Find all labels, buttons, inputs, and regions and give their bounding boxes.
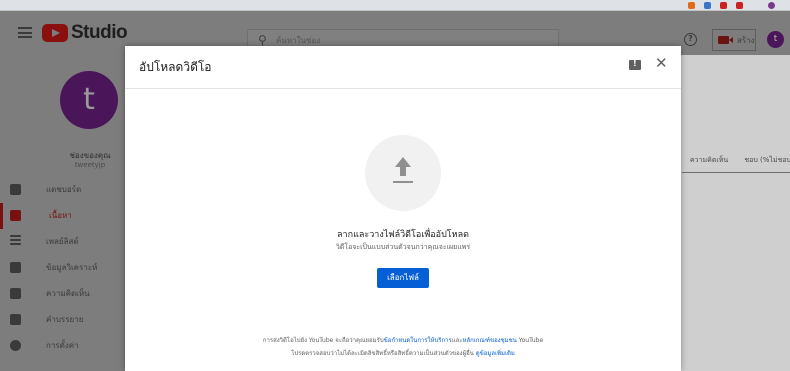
- copyright-text: โปรดตรวจสอบว่าไม่ได้ละเมิดลิขสิทธิ์หรือส…: [125, 348, 681, 358]
- account-avatar[interactable]: t: [767, 31, 784, 48]
- column-header-likes[interactable]: ชอบ (%ไม่ชอบ): [744, 156, 790, 164]
- extension-icon[interactable]: [704, 2, 711, 9]
- terms-text: การส่งวิดีโอไปยัง YouTube จะถือว่าคุณยอม…: [125, 335, 681, 345]
- copyright-note: โปรดตรวจสอบว่าไม่ได้ละเมิดลิขสิทธิ์หรือส…: [291, 350, 476, 357]
- upload-dropzone[interactable]: [365, 135, 441, 211]
- feedback-icon[interactable]: [629, 59, 641, 70]
- comments-icon: [10, 288, 21, 299]
- channel-avatar[interactable]: t: [60, 71, 118, 129]
- community-guidelines-link[interactable]: หลักเกณฑ์ของชุมชน: [462, 337, 516, 344]
- upload-dialog: อัปโหลดวิดีโอ ✕ ลากและวางไฟล์วิดีโอเพื่อ…: [125, 46, 681, 371]
- content-icon: [10, 210, 21, 221]
- settings-icon: [10, 340, 21, 351]
- select-files-button[interactable]: เลือกไฟล์: [377, 268, 429, 288]
- search-input[interactable]: [276, 33, 546, 47]
- dialog-title: อัปโหลดวิดีโอ: [139, 60, 212, 74]
- column-header-comments[interactable]: ความคิดเห็น: [690, 156, 728, 164]
- extension-icon[interactable]: [688, 2, 695, 9]
- learn-more-link[interactable]: ดูข้อมูลเพิ่มเติม: [476, 350, 515, 357]
- sidebar-item-label: แดชบอร์ด: [46, 185, 82, 194]
- sidebar-item-comments[interactable]: ความคิดเห็น: [0, 281, 125, 307]
- sidebar: t ช่องของคุณ tweetyjp แดชบอร์ด เนื้อหา เ…: [0, 55, 125, 371]
- sidebar-item-label: เพลย์ลิสต์: [46, 237, 79, 246]
- dashboard-icon: [10, 184, 21, 195]
- terms-of-service-link[interactable]: ข้อกำหนดในการให้บริการ: [384, 337, 452, 344]
- sidebar-item-analytics[interactable]: ข้อมูลวิเคราะห์: [0, 255, 125, 281]
- video-camera-icon: [718, 36, 733, 44]
- menu-icon[interactable]: [18, 27, 32, 38]
- terms-prefix: การส่งวิดีโอไปยัง YouTube จะถือว่าคุณยอม…: [262, 337, 384, 344]
- private-note: วิดีโอจะเป็นแบบส่วนตัวจนกว่าคุณจะเผยแพร่: [335, 243, 471, 251]
- sidebar-item-settings[interactable]: การตั้งค่า: [0, 333, 125, 359]
- sidebar-item-label: การตั้งค่า: [46, 341, 79, 350]
- subtitles-icon: [10, 314, 21, 325]
- upload-tray-icon: [393, 181, 413, 183]
- close-icon[interactable]: ✕: [655, 54, 668, 72]
- playlist-icon: [10, 239, 21, 241]
- youtube-logo-icon: [42, 24, 68, 42]
- sidebar-item-content[interactable]: เนื้อหา: [0, 203, 125, 229]
- sidebar-item-label: เนื้อหา: [49, 211, 72, 220]
- profile-icon[interactable]: [768, 2, 775, 9]
- extension-icon[interactable]: [736, 2, 743, 9]
- studio-logo[interactable]: Studio: [42, 22, 128, 43]
- help-icon[interactable]: ?: [684, 33, 697, 46]
- sidebar-item-dashboard[interactable]: แดชบอร์ด: [0, 177, 125, 203]
- column-headers: ความคิดเห็น ชอบ (%ไม่ชอบ): [690, 155, 790, 166]
- sidebar-item-label: ความคิดเห็น: [46, 289, 90, 298]
- logo-text: Studio: [71, 22, 128, 43]
- search-icon[interactable]: ⚲: [258, 33, 267, 47]
- analytics-icon: [10, 262, 21, 273]
- sidebar-item-subtitles[interactable]: คำบรรยาย: [0, 307, 125, 333]
- drag-drop-text: ลากและวางไฟล์วิดีโอเพื่ออัปโหลด: [337, 230, 469, 240]
- sidebar-item-label: คำบรรยาย: [46, 315, 84, 324]
- sidebar-item-playlists[interactable]: เพลย์ลิสต์: [0, 229, 125, 255]
- create-label: สร้าง: [737, 35, 755, 45]
- sidebar-item-label: ข้อมูลวิเคราะห์: [46, 263, 98, 272]
- upload-arrow-stem: [400, 166, 406, 176]
- divider: [125, 88, 681, 89]
- browser-toolbar: [0, 0, 790, 11]
- create-button[interactable]: สร้าง: [712, 29, 756, 51]
- divider: [682, 172, 790, 173]
- extension-icon[interactable]: [720, 2, 727, 9]
- terms-suffix: YouTube: [516, 337, 544, 344]
- terms-and: และ: [451, 337, 463, 344]
